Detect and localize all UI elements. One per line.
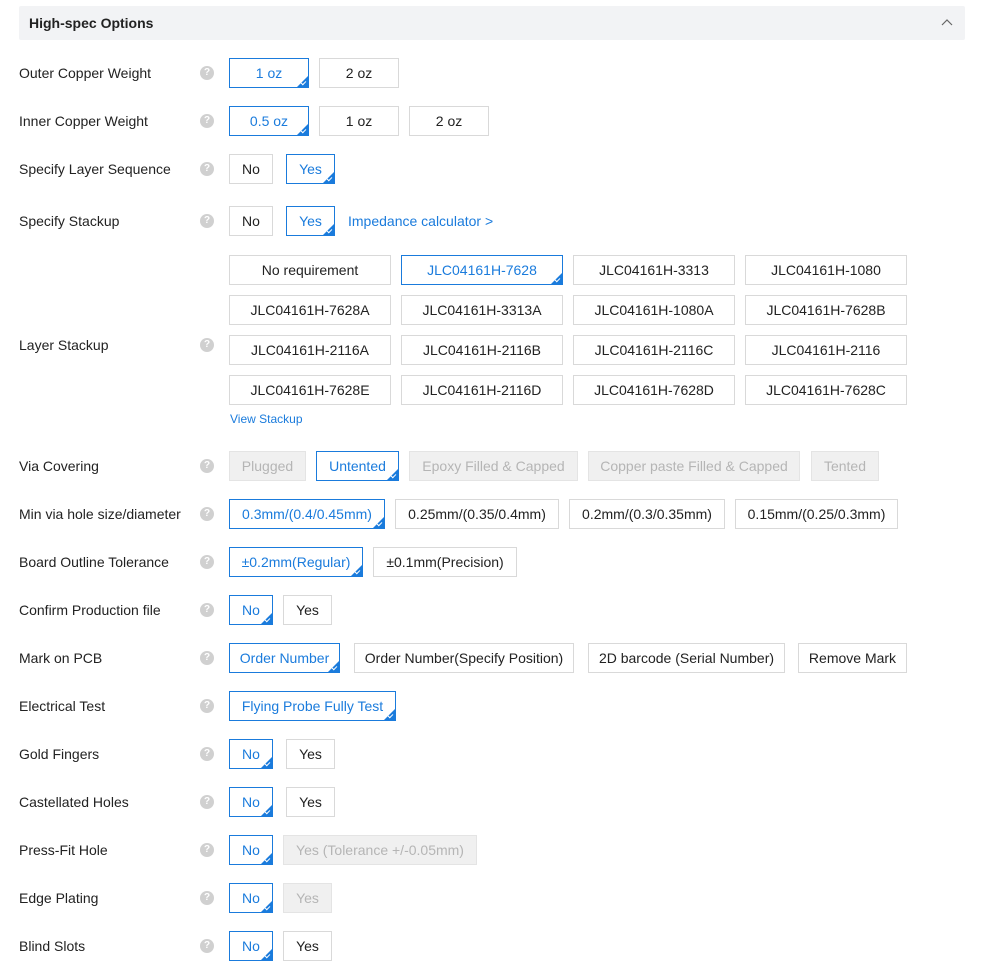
layer-stackup-option-jlc04161h-2116b[interactable]: JLC04161H-2116B (401, 335, 563, 365)
help-icon[interactable]: ? (200, 162, 214, 176)
press-fit-hole-label: Press-Fit Hole (19, 842, 108, 858)
layer-stackup-option-jlc04161h-2116[interactable]: JLC04161H-2116 (745, 335, 907, 365)
outer-copper-option-2-oz[interactable]: 2 oz (319, 58, 399, 88)
castellated-holes-label: Castellated Holes (19, 794, 129, 810)
outer-copper-option-1-oz[interactable]: 1 oz (229, 58, 309, 88)
help-icon[interactable]: ? (200, 651, 214, 665)
blind-slots-option-no[interactable]: No (229, 931, 273, 961)
via-covering-option-untented[interactable]: Untented (316, 451, 399, 481)
blind-slots-option-yes[interactable]: Yes (283, 931, 332, 961)
inner-copper-weight-label: Inner Copper Weight (19, 113, 148, 129)
layer-stackup-option-jlc04161h-2116c[interactable]: JLC04161H-2116C (573, 335, 735, 365)
layer-stackup-option-jlc04161h-3313a[interactable]: JLC04161H-3313A (401, 295, 563, 325)
panel-title: High-spec Options (29, 15, 154, 31)
help-icon[interactable]: ? (200, 843, 214, 857)
mark-pcb-option-remove-mark[interactable]: Remove Mark (798, 643, 907, 673)
castellated-option-yes[interactable]: Yes (286, 787, 335, 817)
panel-header[interactable]: High-spec Options (19, 6, 965, 40)
help-icon[interactable]: ? (200, 939, 214, 953)
via-covering-label: Via Covering (19, 458, 99, 474)
stackup-option-no[interactable]: No (229, 206, 273, 236)
layer-stackup-option-jlc04161h-1080a[interactable]: JLC04161H-1080A (573, 295, 735, 325)
electrical-test-option-flying-probe-fully-test[interactable]: Flying Probe Fully Test (229, 691, 396, 721)
press-fit-option-yes-tolerance-0-05mm: Yes (Tolerance +/-0.05mm) (283, 835, 477, 865)
help-icon[interactable]: ? (200, 338, 214, 352)
layer-sequence-option-yes[interactable]: Yes (286, 154, 335, 184)
gold-fingers-label: Gold Fingers (19, 746, 100, 762)
specify-stackup-label: Specify Stackup (19, 213, 120, 229)
min-via-hole-size-diameter-label: Min via hole size/diameter (19, 506, 181, 522)
layer-stackup-label: Layer Stackup (19, 337, 109, 353)
mark-pcb-option-order-number-specify-position[interactable]: Order Number(Specify Position) (354, 643, 574, 673)
via-covering-option-epoxy-filled-capped: Epoxy Filled & Capped (409, 451, 578, 481)
specify-layer-sequence-label: Specify Layer Sequence (19, 161, 171, 177)
layer-stackup-option-jlc04161h-3313[interactable]: JLC04161H-3313 (573, 255, 735, 285)
confirm-production-file-label: Confirm Production file (19, 602, 161, 618)
layer-sequence-option-no[interactable]: No (229, 154, 273, 184)
view-stackup-link[interactable]: View Stackup (230, 412, 303, 426)
press-fit-option-no[interactable]: No (229, 835, 273, 865)
layer-stackup-option-jlc04161h-2116d[interactable]: JLC04161H-2116D (401, 375, 563, 405)
min-via-option-0-25mm-0-35-0-4mm[interactable]: 0.25mm/(0.35/0.4mm) (395, 499, 559, 529)
mark-on-pcb-label: Mark on PCB (19, 650, 103, 666)
help-icon[interactable]: ? (200, 66, 214, 80)
via-covering-option-plugged: Plugged (229, 451, 306, 481)
help-icon[interactable]: ? (200, 603, 214, 617)
gold-fingers-option-yes[interactable]: Yes (286, 739, 335, 769)
layer-stackup-option-jlc04161h-7628a[interactable]: JLC04161H-7628A (229, 295, 391, 325)
confirm-file-option-yes[interactable]: Yes (283, 595, 332, 625)
mark-pcb-option-2d-barcode-serial-number[interactable]: 2D barcode (Serial Number) (588, 643, 785, 673)
help-icon[interactable]: ? (200, 114, 214, 128)
edge-plating-label: Edge Plating (19, 890, 99, 906)
help-icon[interactable]: ? (200, 555, 214, 569)
help-icon[interactable]: ? (200, 891, 214, 905)
electrical-test-label: Electrical Test (19, 698, 106, 714)
layer-stackup-option-jlc04161h-7628d[interactable]: JLC04161H-7628D (573, 375, 735, 405)
inner-copper-option-0-5-oz[interactable]: 0.5 oz (229, 106, 309, 136)
outline-tolerance-option-0-1mm-precision[interactable]: ±0.1mm(Precision) (373, 547, 517, 577)
layer-stackup-option-jlc04161h-7628b[interactable]: JLC04161H-7628B (745, 295, 907, 325)
help-icon[interactable]: ? (200, 459, 214, 473)
layer-stackup-option-jlc04161h-1080[interactable]: JLC04161H-1080 (745, 255, 907, 285)
via-covering-option-tented: Tented (811, 451, 879, 481)
impedance-calculator-link[interactable]: Impedance calculator > (348, 213, 493, 229)
help-icon[interactable]: ? (200, 699, 214, 713)
stackup-option-yes[interactable]: Yes (286, 206, 335, 236)
chevron-up-icon[interactable] (941, 17, 953, 27)
via-covering-option-copper-paste-filled-capped: Copper paste Filled & Capped (588, 451, 800, 481)
castellated-option-no[interactable]: No (229, 787, 273, 817)
help-icon[interactable]: ? (200, 507, 214, 521)
layer-stackup-option-jlc04161h-2116a[interactable]: JLC04161H-2116A (229, 335, 391, 365)
inner-copper-option-2-oz[interactable]: 2 oz (409, 106, 489, 136)
blind-slots-label: Blind Slots (19, 938, 86, 954)
outline-tolerance-option-0-2mm-regular[interactable]: ±0.2mm(Regular) (229, 547, 363, 577)
layer-stackup-option-jlc04161h-7628e[interactable]: JLC04161H-7628E (229, 375, 391, 405)
min-via-option-0-3mm-0-4-0-45mm[interactable]: 0.3mm/(0.4/0.45mm) (229, 499, 385, 529)
min-via-option-0-2mm-0-3-0-35mm[interactable]: 0.2mm/(0.3/0.35mm) (569, 499, 725, 529)
layer-stackup-option-no-requirement[interactable]: No requirement (229, 255, 391, 285)
layer-stackup-option-jlc04161h-7628c[interactable]: JLC04161H-7628C (745, 375, 907, 405)
help-icon[interactable]: ? (200, 214, 214, 228)
min-via-option-0-15mm-0-25-0-3mm[interactable]: 0.15mm/(0.25/0.3mm) (735, 499, 898, 529)
layer-stackup-option-jlc04161h-7628[interactable]: JLC04161H-7628 (401, 255, 563, 285)
board-outline-tolerance-label: Board Outline Tolerance (19, 554, 169, 570)
gold-fingers-option-no[interactable]: No (229, 739, 273, 769)
inner-copper-option-1-oz[interactable]: 1 oz (319, 106, 399, 136)
confirm-file-option-no[interactable]: No (229, 595, 273, 625)
help-icon[interactable]: ? (200, 795, 214, 809)
help-icon[interactable]: ? (200, 747, 214, 761)
mark-pcb-option-order-number[interactable]: Order Number (229, 643, 340, 673)
edge-plating-option-no[interactable]: No (229, 883, 273, 913)
outer-copper-weight-label: Outer Copper Weight (19, 65, 152, 81)
edge-plating-option-yes: Yes (283, 883, 332, 913)
